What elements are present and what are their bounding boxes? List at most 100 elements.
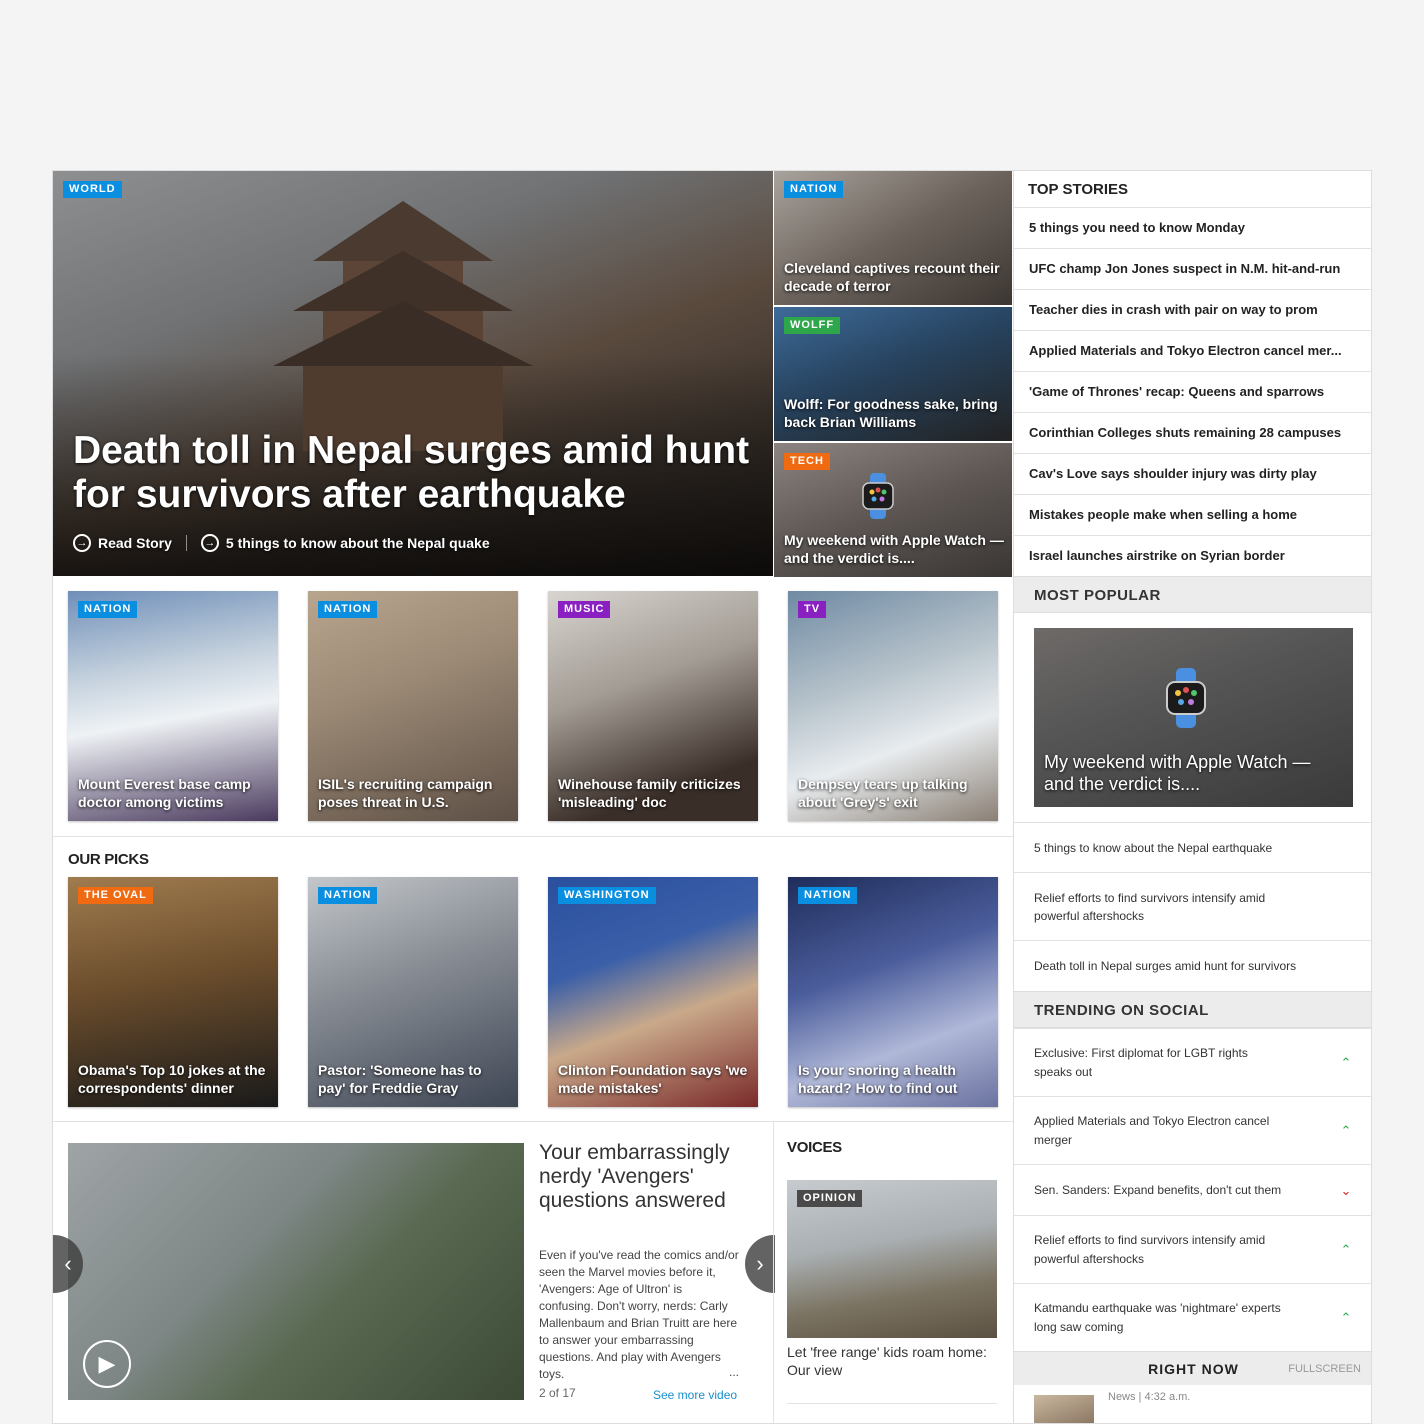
thumbnail — [1034, 1395, 1094, 1423]
column-divider — [773, 1121, 774, 1423]
story-caption[interactable]: My weekend with Apple Watch — and the ve… — [784, 531, 1004, 567]
story-card[interactable]: NATION Mount Everest base camp doctor am… — [68, 591, 278, 821]
trending-item[interactable]: Katmandu earthquake was 'nightmare' expe… — [1014, 1283, 1371, 1351]
voices-image[interactable]: OPINION — [787, 1180, 997, 1338]
side-story[interactable]: TECH My weekend with Apple Watch — and t… — [774, 443, 1012, 577]
most-popular-link[interactable]: Relief efforts to find survivors intensi… — [1014, 872, 1371, 940]
top-story-link[interactable]: UFC champ Jon Jones suspect in N.M. hit-… — [1014, 248, 1371, 289]
story-card[interactable]: NATION Is your snoring a health hazard? … — [788, 877, 998, 1107]
apple-watch-icon — [862, 473, 894, 519]
trending-heading: TRENDING ON SOCIAL — [1014, 991, 1371, 1028]
main-content: WORLD Death toll in Nepal surges amid hu… — [52, 170, 1372, 1424]
category-tag[interactable]: NATION — [798, 887, 858, 904]
arrow-right-icon: → — [200, 534, 219, 552]
trend-up-icon: ⌃ — [1340, 1123, 1352, 1138]
video-description: Even if you've read the comics and/or se… — [539, 1248, 739, 1381]
right-now-bar: RIGHT NOW FULLSCREEN — [1014, 1351, 1371, 1386]
top-story-link[interactable]: Mistakes people make when selling a home — [1014, 494, 1371, 535]
most-popular-heading: MOST POPULAR — [1014, 576, 1371, 613]
category-tag[interactable]: MUSIC — [558, 601, 611, 618]
right-now-item[interactable]: News | 4:32 a.m. — [1014, 1385, 1371, 1423]
voices-caption[interactable]: Let 'free range' kids roam home: Our vie… — [787, 1343, 1002, 1379]
story-card[interactable]: TV Dempsey tears up talking about 'Grey'… — [788, 591, 998, 821]
top-story-link[interactable]: 'Game of Thrones' recap: Queens and spar… — [1014, 371, 1371, 412]
top-story-link[interactable]: 5 things you need to know Monday — [1014, 207, 1371, 248]
story-caption[interactable]: Obama's Top 10 jokes at the corresponden… — [78, 1061, 268, 1097]
category-tag[interactable]: NATION — [318, 887, 378, 904]
right-now-meta: News | 4:32 a.m. — [1108, 1391, 1191, 1403]
nepal-quake-label: 5 things to know about the Nepal quake — [225, 535, 490, 551]
link-label: Death toll in Nepal surges amid hunt for… — [1034, 959, 1297, 973]
trending-item[interactable]: Exclusive: First diplomat for LGBT right… — [1014, 1028, 1371, 1096]
story-card[interactable]: NATION Pastor: 'Someone has to pay' for … — [308, 877, 518, 1107]
trending-item[interactable]: Relief efforts to find survivors intensi… — [1014, 1215, 1371, 1283]
most-popular-link[interactable]: Death toll in Nepal surges amid hunt for… — [1014, 940, 1371, 991]
trend-up-icon: ⌃ — [1340, 1310, 1352, 1325]
category-tag[interactable]: NATION — [318, 601, 378, 618]
video-title[interactable]: Your embarrassingly nerdy 'Avengers' que… — [539, 1141, 749, 1213]
our-picks-heading: OUR PICKS — [68, 851, 149, 868]
story-card[interactable]: THE OVAL Obama's Top 10 jokes at the cor… — [68, 877, 278, 1107]
category-tag[interactable]: NATION — [78, 601, 138, 618]
apple-watch-icon — [1166, 668, 1206, 728]
most-popular-feature[interactable]: My weekend with Apple Watch — and the ve… — [1034, 628, 1353, 807]
category-tag[interactable]: NATION — [784, 181, 844, 198]
trending-label: Exclusive: First diplomat for LGBT right… — [1034, 1045, 1248, 1079]
story-caption[interactable]: Mount Everest base camp doctor among vic… — [78, 775, 268, 811]
story-caption[interactable]: Winehouse family criticizes 'misleading'… — [558, 775, 748, 811]
trend-up-icon: ⌃ — [1340, 1055, 1352, 1070]
feature-caption[interactable]: My weekend with Apple Watch — and the ve… — [1044, 751, 1324, 795]
story-caption[interactable]: ISIL's recruiting campaign poses threat … — [318, 775, 508, 811]
category-tag[interactable]: WORLD — [63, 181, 122, 198]
story-card[interactable]: MUSIC Winehouse family criticizes 'misle… — [548, 591, 758, 821]
story-caption[interactable]: Cleveland captives recount their decade … — [784, 259, 1004, 295]
read-story-label: Read Story — [98, 535, 172, 551]
nepal-quake-link[interactable]: → 5 things to know about the Nepal quake — [200, 533, 490, 553]
pagoda-illustration — [273, 201, 533, 451]
description-ellipsis: ... — [729, 1365, 740, 1379]
section-divider — [53, 836, 1013, 837]
trend-down-icon: ⌄ — [1340, 1182, 1352, 1198]
read-story-link[interactable]: → Read Story — [73, 533, 172, 553]
category-tag[interactable]: THE OVAL — [78, 887, 153, 904]
video-count: 2 of 17 — [539, 1386, 576, 1400]
trending-label: Relief efforts to find survivors intensi… — [1034, 1232, 1266, 1266]
side-story[interactable]: WOLFF Wolff: For goodness sake, bring ba… — [774, 307, 1012, 441]
trending-label: Sen. Sanders: Expand benefits, don't cut… — [1034, 1182, 1282, 1197]
play-icon[interactable]: ▶ — [83, 1340, 131, 1388]
link-label: 5 things to know about the Nepal earthqu… — [1034, 840, 1273, 855]
story-caption[interactable]: Dempsey tears up talking about 'Grey's' … — [798, 775, 988, 811]
hero-headline[interactable]: Death toll in Nepal surges amid hunt for… — [73, 429, 753, 517]
top-story-link[interactable]: Corinthian Colleges shuts remaining 28 c… — [1014, 412, 1371, 453]
right-rail: TOP STORIES 5 things you need to know Mo… — [1013, 171, 1371, 1423]
story-card[interactable]: WASHINGTON Clinton Foundation says 'we m… — [548, 877, 758, 1107]
category-tag[interactable]: WASHINGTON — [558, 887, 656, 904]
story-caption[interactable]: Is your snoring a health hazard? How to … — [798, 1061, 988, 1097]
fullscreen-link[interactable]: FULLSCREEN — [1288, 1352, 1361, 1386]
story-card[interactable]: NATION ISIL's recruiting campaign poses … — [308, 591, 518, 821]
trending-item[interactable]: Sen. Sanders: Expand benefits, don't cut… — [1014, 1164, 1371, 1215]
next-button[interactable]: › — [745, 1235, 775, 1293]
trending-item[interactable]: Applied Materials and Tokyo Electron can… — [1014, 1096, 1371, 1164]
top-story-link[interactable]: Teacher dies in crash with pair on way t… — [1014, 289, 1371, 330]
category-tag[interactable]: WOLFF — [784, 317, 841, 334]
see-more-video-link[interactable]: See more video — [653, 1387, 737, 1403]
category-tag[interactable]: TECH — [784, 453, 830, 470]
story-caption[interactable]: Wolff: For goodness sake, bring back Bri… — [784, 395, 1004, 431]
hero-story[interactable]: WORLD Death toll in Nepal surges amid hu… — [53, 171, 773, 576]
hero-links: → Read Story → 5 things to know about th… — [73, 533, 490, 553]
most-popular-link[interactable]: 5 things to know about the Nepal earthqu… — [1014, 822, 1371, 872]
section-divider — [53, 1121, 1013, 1122]
arrow-right-icon: → — [73, 534, 91, 552]
top-story-link[interactable]: Israel launches airstrike on Syrian bord… — [1014, 535, 1371, 576]
category-tag[interactable]: OPINION — [797, 1190, 863, 1207]
link-separator — [185, 535, 187, 551]
story-caption[interactable]: Clinton Foundation says 'we made mistake… — [558, 1061, 748, 1097]
video-player[interactable]: ▶ — [68, 1143, 524, 1400]
side-story[interactable]: NATION Cleveland captives recount their … — [774, 171, 1012, 305]
category-tag[interactable]: TV — [798, 601, 827, 618]
top-story-link[interactable]: Applied Materials and Tokyo Electron can… — [1014, 330, 1371, 371]
top-story-link[interactable]: Cav's Love says shoulder injury was dirt… — [1014, 453, 1371, 494]
story-caption[interactable]: Pastor: 'Someone has to pay' for Freddie… — [318, 1061, 508, 1097]
link-label: Relief efforts to find survivors intensi… — [1034, 890, 1266, 923]
